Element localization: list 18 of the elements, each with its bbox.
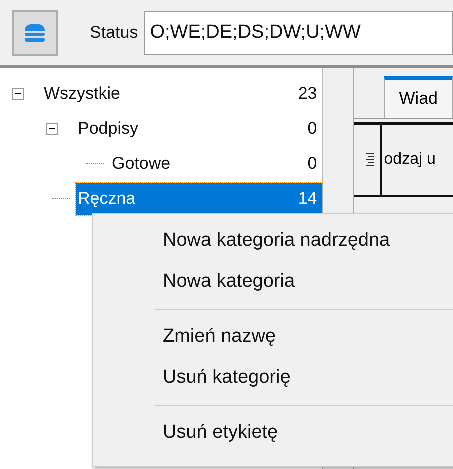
menu-button[interactable] [12,10,58,56]
status-field[interactable]: O;WE;DE;DS;DW;U;WW [144,10,453,54]
status-label: Status [90,22,138,42]
tree-item[interactable]: Podpisy 0 [76,112,322,144]
menu-item[interactable]: Usuń kategorię [93,357,453,398]
menu-item[interactable]: Usuń etykietę [93,412,453,453]
menu-item[interactable]: Zmień nazwę [93,316,453,357]
tab[interactable]: Wiad [384,76,453,118]
list-icon [366,153,374,167]
tree-item[interactable]: Ręczna 14 [76,182,322,214]
menu-item[interactable]: Nowa kategoria [93,261,453,302]
column-header[interactable]: odzaj u [382,125,436,195]
tree-item[interactable]: Gotowe 0 [110,148,322,180]
collapse-toggle-icon[interactable] [46,122,58,134]
menu-item[interactable]: Nowa kategoria nadrzędna [93,220,453,261]
collapse-toggle-icon[interactable] [12,88,24,100]
tree-item[interactable]: Wszystkie 23 [42,78,322,110]
menu-icon [22,22,48,42]
